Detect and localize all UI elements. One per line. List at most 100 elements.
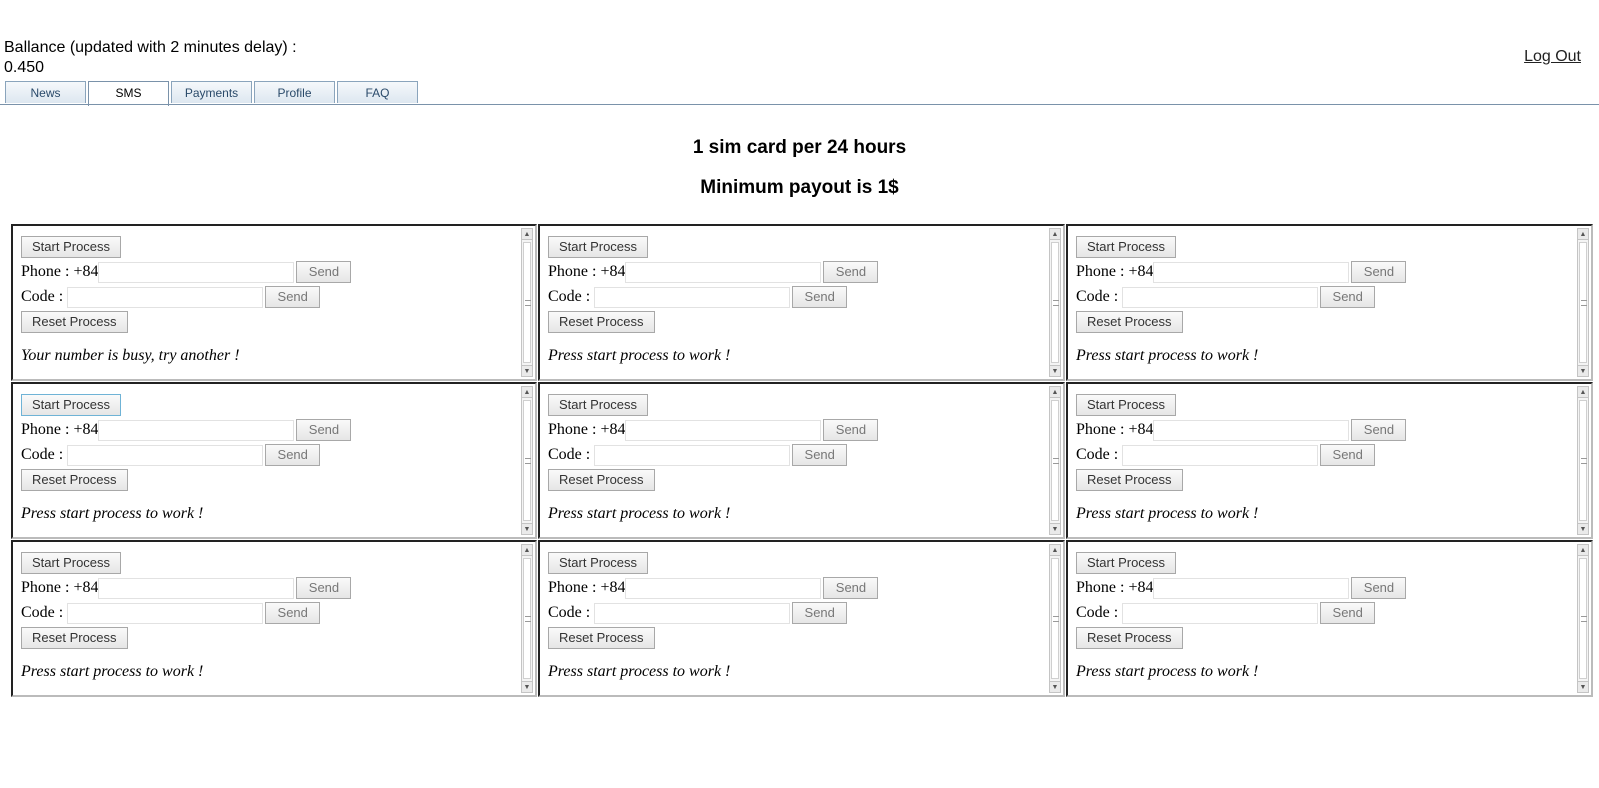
phone-input[interactable] (98, 419, 295, 441)
send-code-button[interactable]: Send (1320, 286, 1376, 308)
reset-process-button[interactable]: Reset Process (548, 469, 655, 491)
code-input[interactable] (1122, 602, 1319, 624)
send-phone-button[interactable]: Send (296, 261, 352, 283)
tab-payments[interactable]: Payments (171, 81, 252, 103)
send-code-button[interactable]: Send (792, 444, 848, 466)
start-process-button[interactable]: Start Process (1076, 552, 1177, 574)
scroll-thumb[interactable] (1579, 242, 1587, 363)
scroll-thumb[interactable] (1579, 558, 1587, 679)
start-process-button[interactable]: Start Process (21, 394, 122, 416)
send-phone-button[interactable]: Send (823, 419, 879, 441)
phone-input[interactable] (1153, 419, 1350, 441)
panel-scrollbar[interactable]: ▲ ▼ (1577, 544, 1589, 693)
send-phone-button[interactable]: Send (1351, 261, 1407, 283)
panel-scrollbar[interactable]: ▲ ▼ (521, 386, 533, 535)
reset-process-button[interactable]: Reset Process (548, 627, 655, 649)
scroll-down-arrow-icon[interactable]: ▼ (1578, 681, 1588, 692)
scroll-up-arrow-icon[interactable]: ▲ (1050, 387, 1060, 398)
tab-faq[interactable]: FAQ (337, 81, 418, 103)
start-process-button[interactable]: Start Process (21, 552, 122, 574)
scroll-up-arrow-icon[interactable]: ▲ (522, 229, 532, 240)
panel-scrollbar[interactable]: ▲ ▼ (1049, 544, 1061, 693)
send-phone-button[interactable]: Send (296, 419, 352, 441)
phone-input[interactable] (625, 261, 822, 283)
start-process-button[interactable]: Start Process (548, 236, 649, 258)
scroll-thumb[interactable] (523, 400, 531, 521)
phone-input[interactable] (1153, 261, 1350, 283)
scroll-down-arrow-icon[interactable]: ▼ (522, 523, 532, 534)
scroll-down-arrow-icon[interactable]: ▼ (522, 365, 532, 376)
scroll-thumb[interactable] (523, 558, 531, 679)
scroll-up-arrow-icon[interactable]: ▲ (1578, 229, 1588, 240)
panel-scrollbar[interactable]: ▲ ▼ (521, 228, 533, 377)
start-process-button[interactable]: Start Process (548, 552, 649, 574)
scroll-up-arrow-icon[interactable]: ▲ (1050, 229, 1060, 240)
send-phone-button[interactable]: Send (823, 577, 879, 599)
send-code-button[interactable]: Send (792, 602, 848, 624)
tab-sms[interactable]: SMS (88, 81, 169, 106)
code-input[interactable] (594, 286, 791, 308)
scroll-up-arrow-icon[interactable]: ▲ (1578, 545, 1588, 556)
code-input[interactable] (594, 444, 791, 466)
phone-input[interactable] (625, 577, 822, 599)
code-input[interactable] (594, 602, 791, 624)
scroll-thumb[interactable] (1051, 558, 1059, 679)
reset-process-button[interactable]: Reset Process (21, 627, 128, 649)
scroll-down-arrow-icon[interactable]: ▼ (1050, 523, 1060, 534)
scroll-down-arrow-icon[interactable]: ▼ (522, 681, 532, 692)
scroll-thumb[interactable] (1579, 400, 1587, 521)
scroll-down-arrow-icon[interactable]: ▼ (1578, 523, 1588, 534)
scroll-thumb[interactable] (1051, 400, 1059, 521)
reset-process-button[interactable]: Reset Process (21, 469, 128, 491)
scroll-up-arrow-icon[interactable]: ▲ (1578, 387, 1588, 398)
scroll-down-arrow-icon[interactable]: ▼ (1578, 365, 1588, 376)
reset-process-button[interactable]: Reset Process (1076, 627, 1183, 649)
code-input[interactable] (67, 286, 264, 308)
scroll-up-arrow-icon[interactable]: ▲ (1050, 545, 1060, 556)
tab-news[interactable]: News (5, 81, 86, 103)
start-process-button[interactable]: Start Process (21, 236, 122, 258)
panel-scrollbar[interactable]: ▲ ▼ (1577, 228, 1589, 377)
scroll-thumb[interactable] (523, 242, 531, 363)
send-phone-button[interactable]: Send (823, 261, 879, 283)
scroll-down-arrow-icon[interactable]: ▼ (1050, 365, 1060, 376)
send-phone-button[interactable]: Send (1351, 577, 1407, 599)
code-input[interactable] (67, 602, 264, 624)
send-code-button[interactable]: Send (265, 286, 321, 308)
send-code-button[interactable]: Send (1320, 444, 1376, 466)
grip-icon (525, 457, 531, 464)
send-code-button[interactable]: Send (1320, 602, 1376, 624)
phone-input[interactable] (98, 261, 295, 283)
send-phone-button[interactable]: Send (296, 577, 352, 599)
panel-scrollbar[interactable]: ▲ ▼ (1049, 228, 1061, 377)
scroll-down-arrow-icon[interactable]: ▼ (1050, 681, 1060, 692)
start-process-button[interactable]: Start Process (1076, 394, 1177, 416)
start-process-button[interactable]: Start Process (548, 394, 649, 416)
send-phone-button[interactable]: Send (1351, 419, 1407, 441)
start-process-button[interactable]: Start Process (1076, 236, 1177, 258)
grip-icon (1053, 615, 1059, 622)
send-code-button[interactable]: Send (265, 444, 321, 466)
reset-process-button[interactable]: Reset Process (21, 311, 128, 333)
phone-label: Phone : +84 (1076, 421, 1154, 438)
logout-link[interactable]: Log Out (1524, 48, 1581, 66)
scroll-up-arrow-icon[interactable]: ▲ (522, 387, 532, 398)
phone-input[interactable] (1153, 577, 1350, 599)
tab-profile[interactable]: Profile (254, 81, 335, 103)
reset-process-button[interactable]: Reset Process (548, 311, 655, 333)
code-input[interactable] (67, 444, 264, 466)
scroll-up-arrow-icon[interactable]: ▲ (522, 545, 532, 556)
phone-input[interactable] (98, 577, 295, 599)
sms-panel-form: Start Process Phone : +84 Send Code : Sen… (1076, 235, 1571, 335)
panel-scrollbar[interactable]: ▲ ▼ (1577, 386, 1589, 535)
panel-scrollbar[interactable]: ▲ ▼ (1049, 386, 1061, 535)
code-input[interactable] (1122, 444, 1319, 466)
send-code-button[interactable]: Send (265, 602, 321, 624)
reset-process-button[interactable]: Reset Process (1076, 469, 1183, 491)
send-code-button[interactable]: Send (792, 286, 848, 308)
code-input[interactable] (1122, 286, 1319, 308)
reset-process-button[interactable]: Reset Process (1076, 311, 1183, 333)
phone-input[interactable] (625, 419, 822, 441)
scroll-thumb[interactable] (1051, 242, 1059, 363)
panel-scrollbar[interactable]: ▲ ▼ (521, 544, 533, 693)
